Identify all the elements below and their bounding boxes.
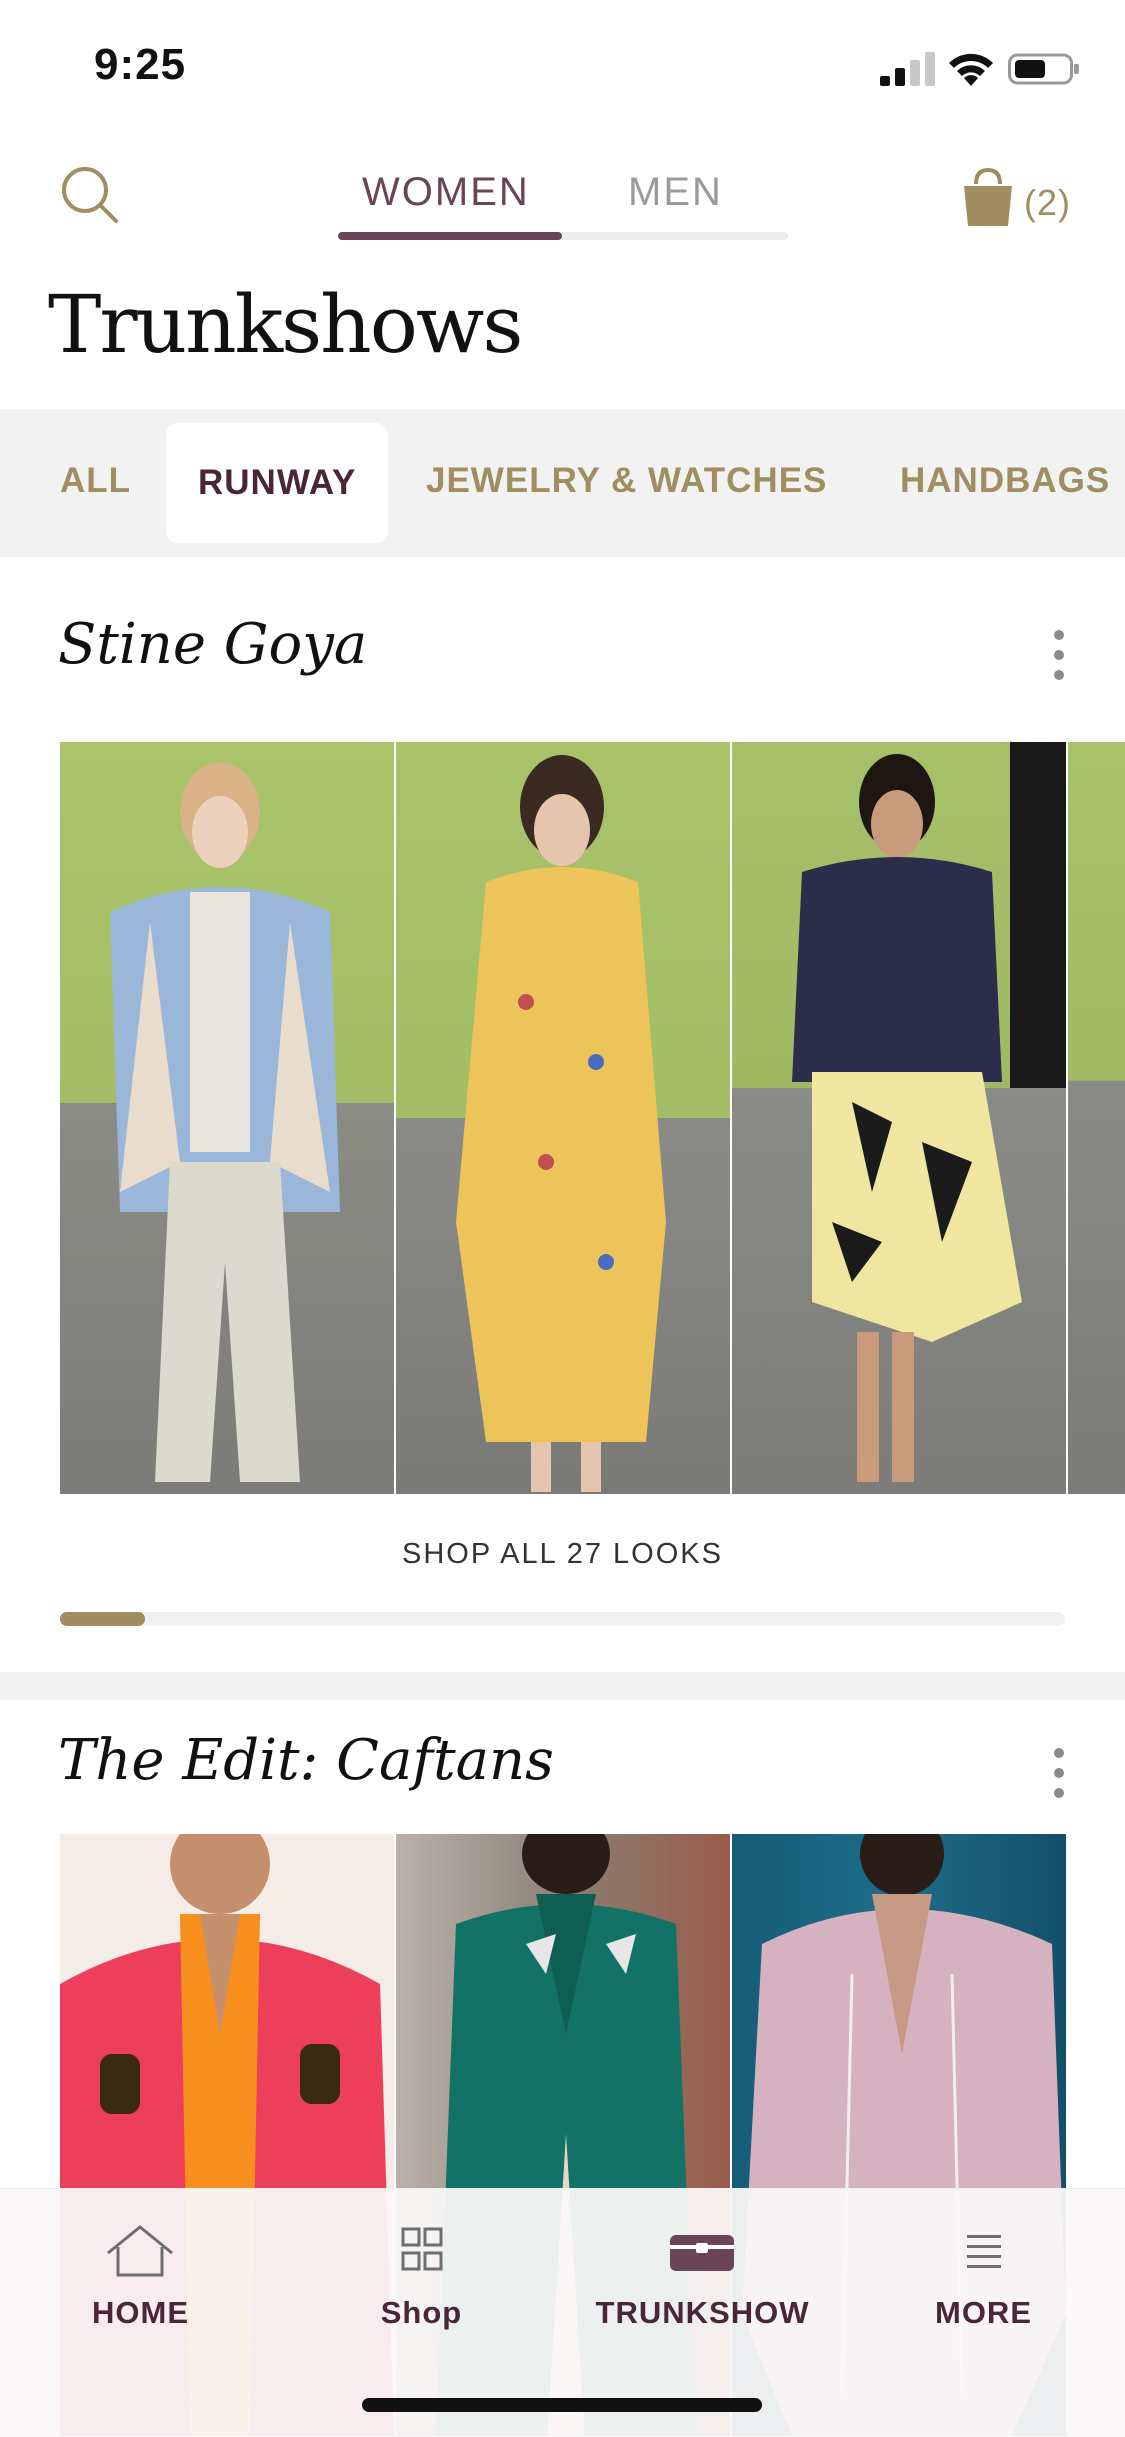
category-bar: ALL RUNWAY JEWELRY & WATCHES HANDBAGS: [0, 409, 1125, 557]
runway-look-image[interactable]: [60, 742, 394, 1494]
runway-model-figure: [456, 755, 666, 1492]
home-indicator: [362, 2398, 762, 2412]
carousel-progress-track: [60, 1612, 1065, 1626]
cart-button[interactable]: (2): [958, 162, 1125, 232]
gender-tabs: WOMEN MEN: [338, 170, 788, 242]
runway-model-figure: [792, 754, 1022, 1482]
tab-label: TRUNKSHOW: [595, 2295, 810, 2330]
tab-label: MORE: [935, 2295, 1032, 2330]
cart-count: (2): [1024, 182, 1071, 223]
runway-look-image[interactable]: [732, 742, 1066, 1494]
shopping-bag-icon: [964, 167, 1012, 226]
tab-trunkshow[interactable]: TRUNKSHOW: [562, 2189, 843, 2389]
search-icon[interactable]: [60, 165, 120, 225]
runway-look-image[interactable]: [396, 742, 730, 1494]
section-title: Stine Goya: [58, 612, 368, 677]
runway-model-figure: [110, 762, 340, 1482]
tab-label: HOME: [92, 2295, 189, 2330]
category-all[interactable]: ALL: [60, 451, 131, 511]
menu-icon: [967, 2235, 1001, 2268]
more-options-icon[interactable]: [1052, 1748, 1068, 1798]
trunk-icon: [670, 2235, 734, 2271]
tab-men[interactable]: MEN: [628, 170, 723, 230]
page-title: Trunkshows: [48, 278, 523, 371]
battery-icon: [1008, 53, 1079, 85]
carousel-progress-fill: [60, 1612, 145, 1626]
gender-tab-indicator: [338, 232, 562, 240]
status-time: 9:25: [94, 40, 187, 89]
tab-shop[interactable]: Shop: [281, 2189, 562, 2389]
category-jewelry-watches[interactable]: JEWELRY & WATCHES: [426, 451, 827, 511]
grid-icon: [401, 2227, 443, 2271]
wifi-icon: [949, 53, 993, 86]
category-runway[interactable]: RUNWAY: [166, 423, 389, 543]
status-bar: 9:25: [0, 0, 1125, 140]
home-icon: [107, 2225, 173, 2277]
runway-look-image[interactable]: [1068, 742, 1125, 1494]
tab-label: Shop: [380, 2295, 463, 2330]
tab-women[interactable]: WOMEN: [362, 170, 530, 230]
tab-more[interactable]: MORE: [843, 2189, 1124, 2389]
shop-all-looks-link[interactable]: SHOP ALL 27 LOOKS: [0, 1538, 1125, 1571]
tab-home[interactable]: HOME: [0, 2189, 281, 2389]
cellular-signal-icon: [880, 52, 935, 86]
category-handbags[interactable]: HANDBAGS: [900, 451, 1110, 511]
more-options-icon[interactable]: [1052, 630, 1068, 680]
section-title: The Edit: Caftans: [58, 1728, 554, 1793]
section-divider: [0, 1672, 1125, 1700]
